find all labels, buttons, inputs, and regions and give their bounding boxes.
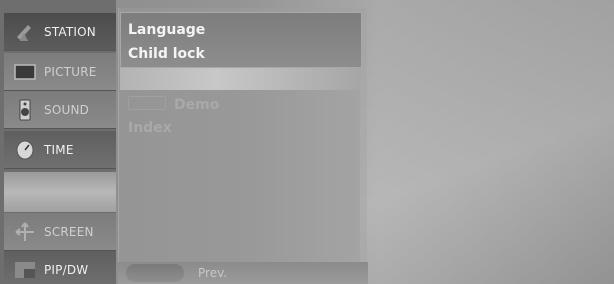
sidebar-item-label: STATION — [44, 24, 96, 39]
sidebar-item-label: SOUND — [44, 102, 90, 117]
menu-item-index[interactable]: Index — [128, 120, 172, 136]
sidebar-item-sound[interactable]: SOUND — [4, 91, 116, 129]
footer-bar: Prev. — [118, 262, 368, 284]
menu-item-language[interactable]: Language — [128, 22, 205, 38]
pip-icon — [14, 259, 36, 281]
clock-icon — [14, 139, 36, 161]
sidebar-item-picture[interactable]: PICTURE — [4, 53, 116, 91]
main-menu-sidebar: STATION PICTURE SOUND TIME SCREEN PIP/DW — [0, 0, 116, 284]
prev-button[interactable] — [126, 264, 184, 282]
prev-label: Prev. — [198, 266, 228, 280]
sidebar-item-screen[interactable]: SCREEN — [4, 213, 116, 251]
sidebar-item-pip-dw[interactable]: PIP/DW — [4, 251, 116, 284]
speaker-icon — [14, 99, 36, 121]
sidebar-item-station[interactable]: STATION — [4, 13, 116, 51]
menu-item-child-lock[interactable]: Child lock — [128, 46, 205, 62]
tv-menu-screen: STATION PICTURE SOUND TIME SCREEN PIP/DW… — [0, 0, 614, 284]
sidebar-highlight-gap — [4, 172, 116, 212]
menu-item-demo-label: Demo — [174, 97, 220, 113]
screen-glare — [360, 0, 614, 284]
arrows-icon — [14, 221, 36, 243]
sidebar-item-label: PICTURE — [44, 64, 97, 79]
menu-item-demo[interactable]: Demo — [128, 96, 219, 113]
sidebar-item-time[interactable]: TIME — [4, 131, 116, 169]
sidebar-item-label: TIME — [44, 142, 74, 157]
submenu-divider — [120, 68, 360, 90]
monitor-icon — [14, 61, 36, 83]
sidebar-item-label: SCREEN — [44, 224, 94, 239]
demo-badge-icon — [128, 96, 166, 110]
satellite-dish-icon — [14, 21, 36, 43]
sidebar-item-label: PIP/DW — [44, 262, 89, 277]
